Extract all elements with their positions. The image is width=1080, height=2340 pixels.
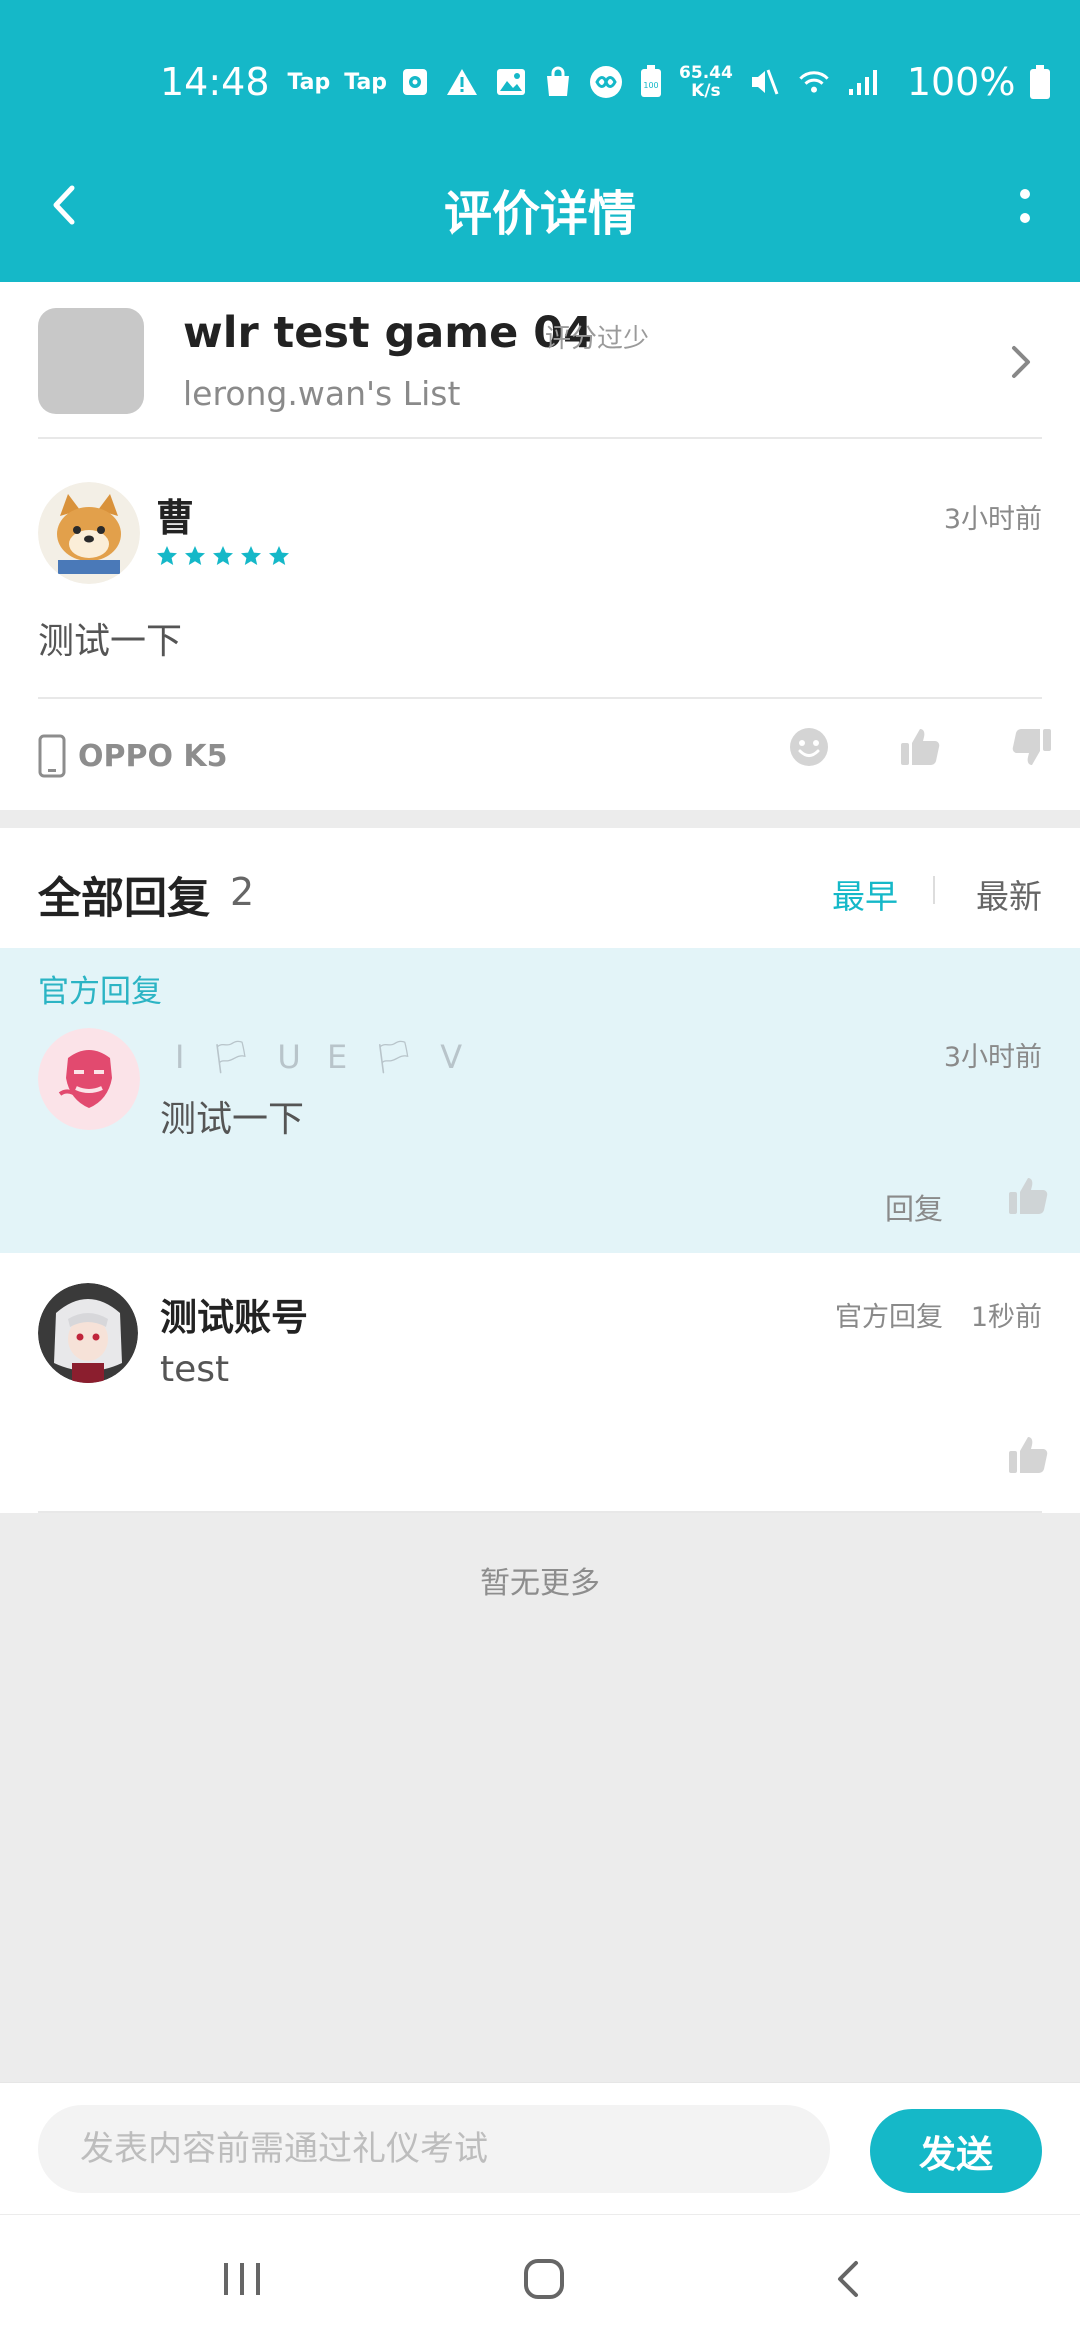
system-nav-bar [0, 2214, 1080, 2340]
thumbs-down-icon [1012, 729, 1051, 765]
more-vertical-icon [1020, 189, 1030, 223]
send-button[interactable]: 发送 [870, 2109, 1042, 2193]
device-name: OPPO K5 [78, 738, 228, 774]
thumbs-up-icon [901, 729, 940, 765]
star-icon [241, 546, 261, 565]
game-score-note: 评分过少 [545, 324, 650, 354]
reply-author-avatar[interactable] [38, 1283, 138, 1383]
official-reply: 官方回复 I 🏳 U E 🏳 V 3小时前 测试一下 回复 [0, 948, 1080, 1253]
shopping-bag-icon [543, 65, 573, 99]
star-icon [185, 546, 205, 565]
image-icon [495, 65, 527, 99]
recent-apps-icon [224, 2263, 260, 2295]
reply-author-name[interactable]: 测试账号 [160, 1287, 308, 1341]
reply-item: 测试账号 test 官方回复 1秒前 [0, 1253, 1080, 1513]
tap-notification-2: Tap [344, 69, 388, 95]
sort-separator [933, 876, 935, 904]
reply-composer: 发送 [0, 2082, 1080, 2214]
review-time: 3小时前 [943, 504, 1042, 535]
smiley-icon [790, 728, 828, 766]
official-reply-label: 官方回复 [38, 974, 162, 1010]
star-icon [157, 546, 177, 565]
battery-100-icon: 100 [639, 65, 663, 99]
back-icon [838, 2261, 858, 2297]
title-bar: 评价详情 [0, 160, 1080, 250]
phone-icon [38, 734, 66, 778]
status-time: 14:48 [160, 60, 270, 104]
divider [38, 1511, 1042, 1513]
more-menu-button[interactable] [1010, 182, 1040, 232]
tap-notification: Tap [287, 69, 331, 95]
net-speed-unit: K/s [691, 81, 721, 101]
wifi-icon [797, 65, 831, 99]
star-icon [213, 546, 233, 565]
reply-button[interactable]: 回复 [885, 1186, 943, 1228]
official-author-name[interactable]: I 🏳 U E 🏳 V [175, 1038, 470, 1076]
official-reply-text: 测试一下 [160, 1099, 305, 1140]
like-button[interactable] [898, 725, 942, 773]
reply-time: 1秒前 [970, 1302, 1042, 1333]
reply-text: test [160, 1349, 230, 1390]
status-right: 65.44 K/s 100% [679, 60, 1073, 104]
warning-icon [445, 65, 479, 99]
review-actions [788, 725, 1054, 773]
infinity-icon [589, 65, 623, 99]
review-text: 测试一下 [38, 621, 183, 662]
svg-text:100: 100 [643, 81, 658, 90]
no-more-label: 暂无更多 [480, 1566, 600, 1601]
recent-apps-button[interactable] [212, 2249, 272, 2309]
game-link-button[interactable] [1006, 340, 1036, 384]
rating-stars [155, 544, 291, 568]
signal-icon [847, 65, 881, 99]
game-thumbnail[interactable] [38, 308, 144, 414]
emoji-reaction-button[interactable] [788, 726, 830, 772]
divider [38, 437, 1042, 439]
dislike-button[interactable] [1010, 725, 1054, 773]
thumbs-up-icon [1009, 1437, 1048, 1473]
replies-header: 全部回复 2 最早 最新 [0, 828, 1080, 948]
top-app-bar: 14:48 Tap Tap 100 65.44 K/s 100% 评价详情 [0, 0, 1080, 282]
like-button[interactable] [1006, 1174, 1050, 1222]
home-button[interactable] [514, 2249, 574, 2309]
mute-icon [747, 65, 781, 99]
official-avatar[interactable] [38, 1028, 140, 1130]
battery-percent: 100% [906, 60, 1016, 104]
replies-count: 2 [230, 870, 255, 914]
status-bar: 14:48 Tap Tap 100 65.44 K/s 100% [160, 52, 1060, 112]
battery-icon [1023, 65, 1057, 99]
like-button[interactable] [1006, 1433, 1050, 1481]
sort-newest-tab[interactable]: 最新 [976, 870, 1042, 918]
net-speed-value: 65.44 [679, 63, 733, 83]
official-reply-time: 3小时前 [943, 1042, 1042, 1073]
chevron-right-icon [1012, 346, 1030, 378]
star-icon [269, 546, 289, 565]
thumbs-up-icon [1009, 1178, 1048, 1214]
comment-input[interactable] [38, 2105, 830, 2193]
net-speed: 65.44 K/s [679, 64, 733, 100]
system-back-button[interactable] [818, 2249, 878, 2309]
reviewer-avatar[interactable] [38, 482, 140, 584]
page-title: 评价详情 [443, 186, 636, 242]
home-icon [524, 2259, 564, 2299]
review-card: wlr test game 04 评分过少 lerong.wan's List … [0, 282, 1080, 810]
official-badge: 官方回复 [835, 1302, 943, 1333]
game-title[interactable]: wlr test game 04 [183, 308, 593, 358]
device-info: OPPO K5 [38, 734, 228, 778]
divider [38, 697, 1042, 699]
replies-title: 全部回复 [38, 874, 210, 924]
game-list-name: lerong.wan's List [183, 374, 461, 413]
reviewer-name[interactable]: 曹 [156, 487, 194, 542]
sort-earliest-tab[interactable]: 最早 [832, 870, 898, 918]
media-icon [401, 65, 429, 99]
